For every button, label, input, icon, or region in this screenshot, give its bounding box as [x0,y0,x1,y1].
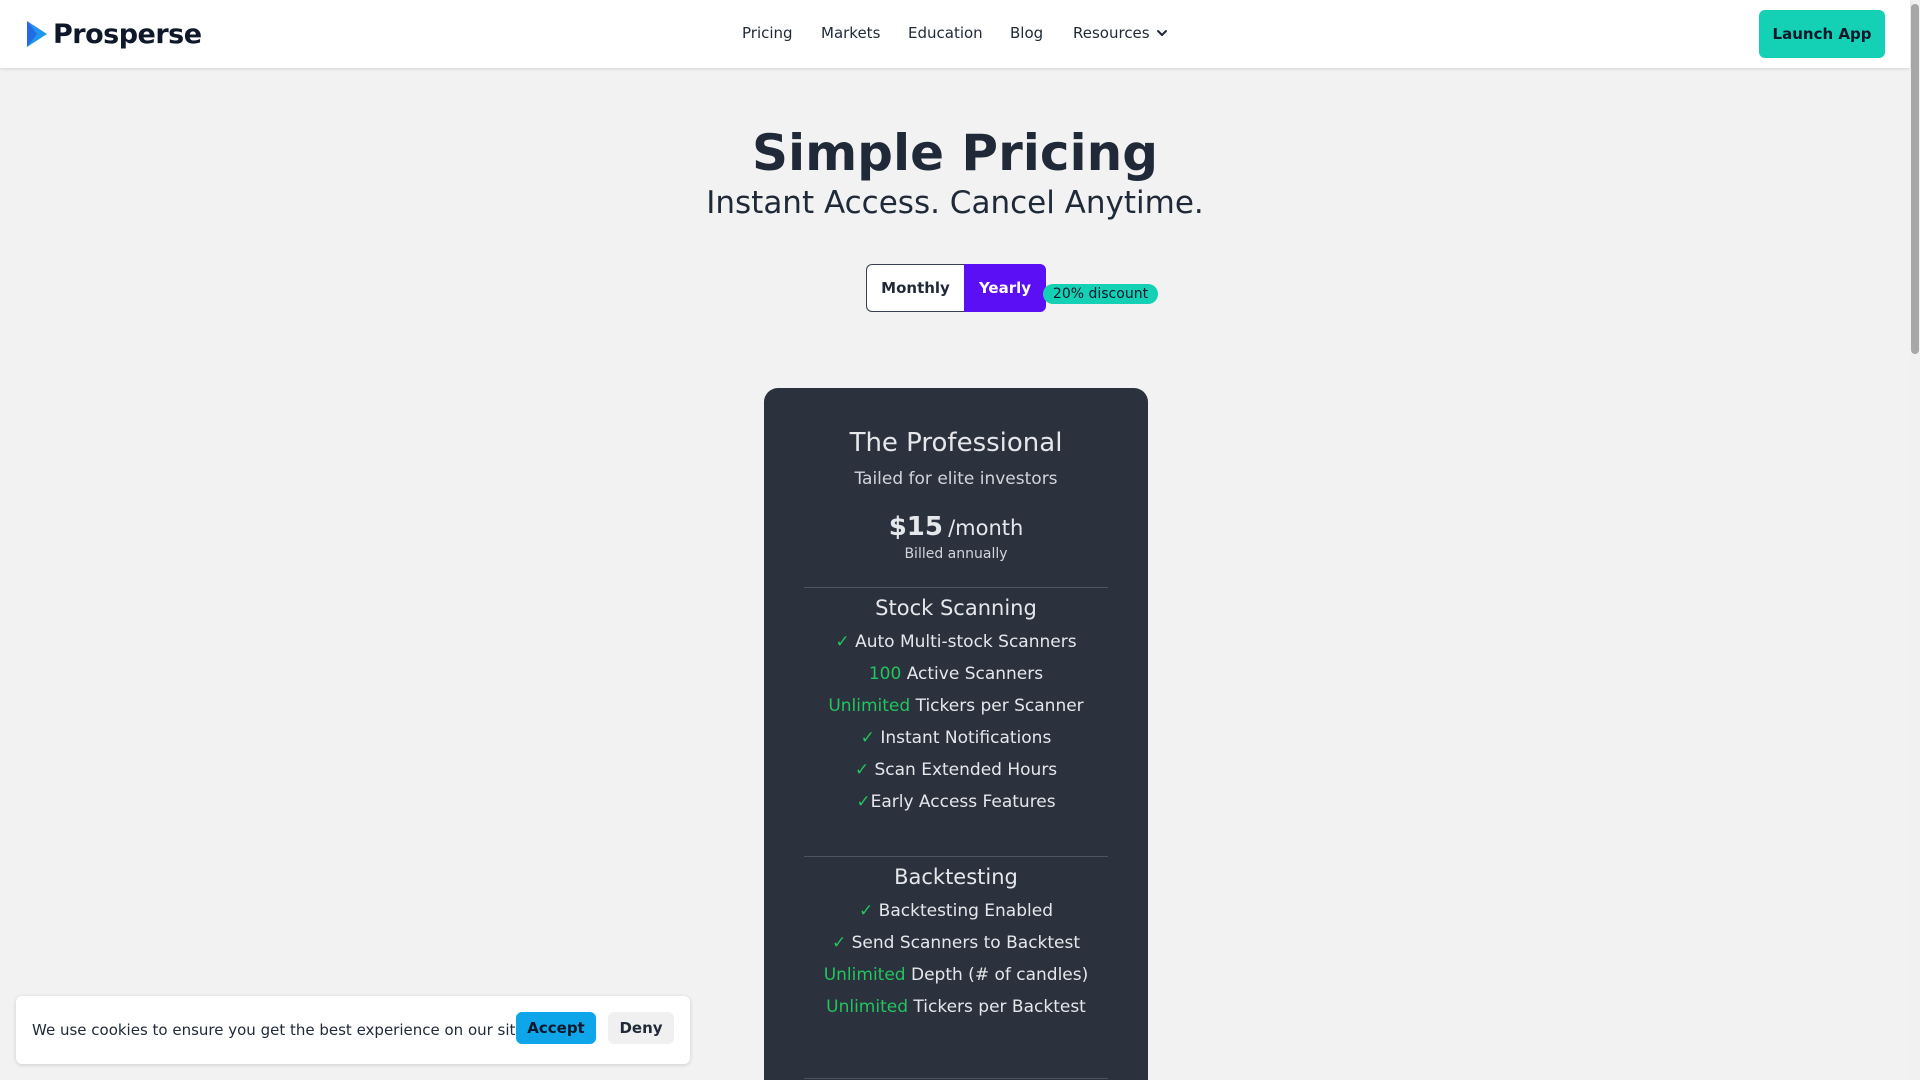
plan-price: $15 /month [764,512,1148,542]
chevron-down-icon [1156,30,1167,36]
price-unit: /month [948,516,1024,540]
plan-name: The Professional [849,428,1063,458]
divider [804,856,1108,857]
page-subtitle: Instant Access. Cancel Anytime. [706,185,1204,221]
launch-app-button[interactable]: Launch App [1759,10,1885,58]
divider [804,587,1108,588]
check-icon: ✓ [854,760,870,780]
price-amount: $15 [888,512,943,542]
nav-education[interactable]: Education [908,24,983,42]
feature-item: ✓ Send Scanners to Backtest [831,933,1081,953]
discount-badge: 20% discount [1043,284,1158,304]
cookie-deny-button[interactable]: Deny [608,1012,674,1044]
feature-item: ✓Early Access Features [856,792,1056,812]
page-title: Simple Pricing [751,124,1159,182]
feature-item: ✓ Instant Notifications [860,728,1052,748]
feature-item: ✓ Scan Extended Hours [854,760,1058,780]
page-scrollbar[interactable] [1910,0,1920,1080]
check-icon: ✓ [835,632,850,652]
feature-item: Unlimited Tickers per Scanner [828,696,1084,716]
section-title-backtesting: Backtesting [894,865,1018,889]
check-icon: ✓ [859,901,874,921]
scrollbar-thumb[interactable] [1911,4,1919,354]
cookie-banner: We use cookies to ensure you get the bes… [16,996,690,1064]
pricing-card-professional: The Professional Tailed for elite invest… [764,388,1148,1080]
monthly-toggle-button[interactable]: Monthly [866,264,964,312]
billing-note: Billed annually [904,546,1008,562]
feature-item: ✓ Auto Multi-stock Scanners [835,632,1077,652]
section-title-stock-scanning: Stock Scanning [875,596,1037,620]
nav-resources-label: Resources [1073,24,1150,42]
check-icon: ✓ [856,792,871,812]
check-icon: ✓ [831,933,847,953]
divider [804,1078,1108,1079]
plan-tagline: Tailed for elite investors [854,469,1058,489]
feature-value: Unlimited [828,696,911,716]
nav-pricing[interactable]: Pricing [742,24,793,42]
nav-markets[interactable]: Markets [821,24,880,42]
feature-item: Unlimited Depth (# of candles) [823,965,1089,985]
top-navbar: Prosperse Pricing Markets Education Blog… [0,0,1910,68]
feature-item: Unlimited Tickers per Backtest [826,997,1086,1017]
feature-value: 100 [868,664,902,684]
feature-item: ✓ Backtesting Enabled [859,901,1053,921]
cookie-message: We use cookies to ensure you get the bes… [32,1021,530,1039]
cookie-accept-button[interactable]: Accept [516,1012,596,1044]
yearly-toggle-button[interactable]: Yearly [964,264,1046,312]
feature-value: Unlimited [823,965,906,985]
main-nav: Pricing Markets Education Blog Resources [0,0,1910,68]
nav-blog[interactable]: Blog [1010,24,1043,42]
check-icon: ✓ [860,728,875,748]
feature-item: 100 Active Scanners [868,664,1044,684]
billing-toggle: Monthly Yearly [866,264,1046,312]
feature-value: Unlimited [826,997,908,1017]
nav-resources-dropdown[interactable]: Resources [1073,24,1168,42]
